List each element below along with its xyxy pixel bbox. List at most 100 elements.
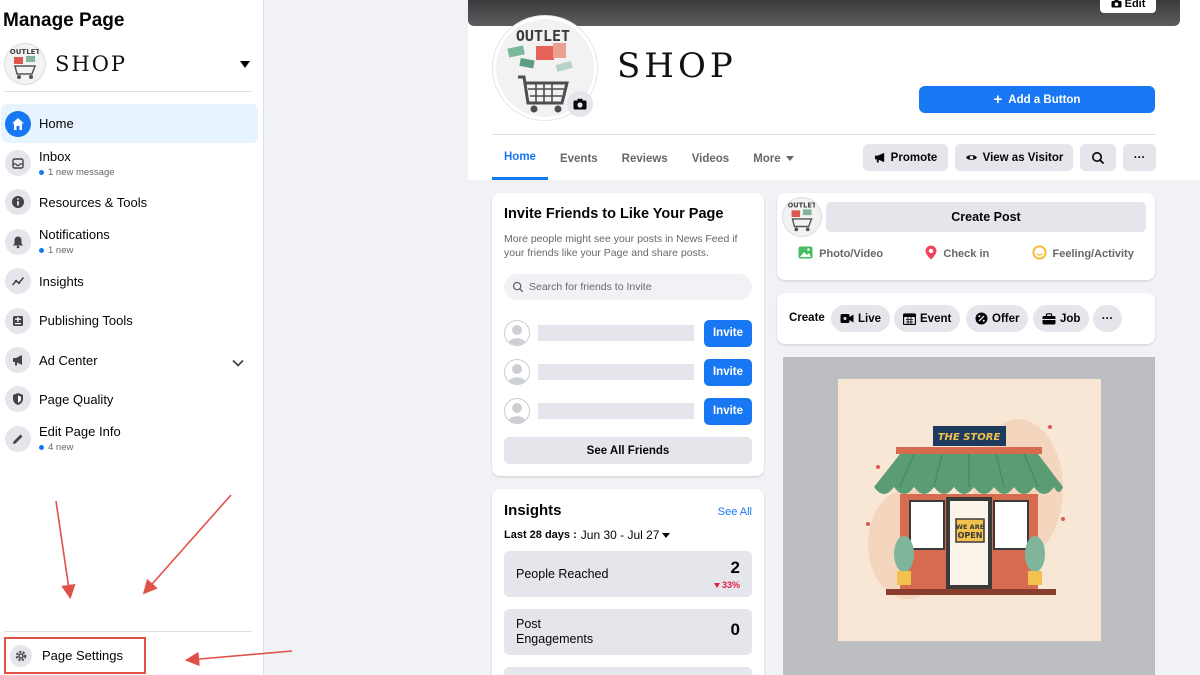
sidebar-item-insights[interactable]: Insights (1, 262, 258, 301)
pencil-icon (5, 425, 31, 452)
sidebar-item-ad-center[interactable]: Ad Center (1, 340, 258, 379)
metric-people-reached[interactable]: People Reached 2 33% (504, 551, 752, 597)
invite-friends-card: Invite Friends to Like Your Page More pe… (492, 193, 764, 476)
sidebar-item-sub: 4 new (48, 442, 74, 454)
page-tabs: Home Events Reviews Videos More (492, 137, 806, 180)
friend-row: Invite (504, 319, 754, 347)
see-all-friends-button[interactable]: See All Friends (504, 437, 752, 464)
friend-search-placeholder: Search for friends to Invite (529, 281, 652, 293)
more-icon: ··· (1133, 151, 1146, 164)
tab-videos[interactable]: Videos (680, 137, 742, 180)
tab-events[interactable]: Events (548, 137, 610, 180)
add-a-button[interactable]: + Add a Button (919, 86, 1155, 113)
search-button[interactable] (1080, 144, 1116, 171)
metric-label: Post Engagements (516, 617, 594, 646)
metric-value: 2 (730, 558, 740, 577)
cover-photo[interactable] (468, 0, 1180, 26)
photo-video-button[interactable]: Photo/Video (798, 245, 883, 263)
sidebar-item-publishing-tools[interactable]: Publishing Tools (1, 301, 258, 340)
friend-row: Invite (504, 358, 754, 386)
tab-reviews[interactable]: Reviews (610, 137, 680, 180)
chevron-down-icon[interactable] (232, 354, 244, 372)
more-icon: ··· (1101, 312, 1114, 325)
friend-name-placeholder (538, 403, 694, 419)
sidebar-item-sub: 1 new (48, 245, 74, 257)
page-switcher-name: SHOP (55, 52, 128, 76)
friend-row: Invite (504, 397, 754, 425)
svg-text:OUTLET: OUTLET (10, 48, 41, 56)
plus-icon: + (993, 91, 1003, 108)
page-settings-button[interactable]: Page Settings (4, 637, 146, 674)
metric-row (504, 667, 752, 675)
sidebar-item-label: Ad Center (39, 352, 98, 368)
sidebar-title: Manage Page (3, 10, 125, 31)
view-as-visitor-button[interactable]: View as Visitor (955, 144, 1073, 171)
invite-button[interactable]: Invite (704, 397, 752, 425)
insights-card: Insights See All Last 28 days : Jun 30 -… (492, 489, 764, 675)
sidebar-item-label: Inbox (39, 148, 71, 164)
tab-home[interactable]: Home (492, 137, 548, 180)
check-in-button[interactable]: Check in (925, 245, 989, 263)
divider (4, 91, 252, 92)
eye-icon (965, 155, 977, 160)
sidebar-item-label: Home (39, 116, 74, 132)
sidebar-item-notifications[interactable]: Notifications 1 new (1, 222, 258, 261)
sidebar-item-label: Edit Page Info (39, 424, 121, 440)
camera-icon (1111, 0, 1122, 8)
page-switcher[interactable]: OUTLET SHOP (4, 42, 256, 86)
trend-chart-icon (5, 268, 31, 295)
briefcase-icon (1042, 312, 1056, 325)
sidebar-item-label: Page Quality (39, 391, 114, 407)
invite-button[interactable]: Invite (704, 319, 752, 347)
post-image[interactable]: THE STORE WE ARE OPEN (783, 357, 1155, 675)
sidebar-item-edit-page-info[interactable]: Edit Page Info 4 new (1, 419, 258, 458)
caret-down-icon (662, 532, 671, 538)
sidebar-item-label: Notifications (39, 227, 110, 243)
video-camera-icon (840, 313, 854, 324)
page-avatar: OUTLET (4, 43, 46, 85)
sidebar-nav: Home Inbox 1 new message Resources & Tool… (0, 104, 258, 459)
friend-search-input[interactable]: Search for friends to Invite (504, 274, 752, 300)
promote-button[interactable]: Promote (863, 144, 948, 171)
megaphone-icon (874, 152, 884, 163)
sidebar-item-label: Resources & Tools (39, 194, 148, 210)
update-profile-photo-button[interactable] (567, 91, 593, 117)
insights-see-all-link[interactable]: See All (718, 506, 752, 518)
edit-cover-button[interactable]: Edit (1100, 0, 1156, 13)
period-label: Last 28 days : (504, 529, 577, 541)
sidebar-item-page-quality[interactable]: Page Quality (1, 380, 258, 419)
create-event-button[interactable]: Event (894, 305, 961, 332)
add-a-button-label: Add a Button (1008, 93, 1081, 106)
sidebar-item-home[interactable]: Home (1, 104, 258, 144)
create-shortcuts-card: Create Live Event Offer Job ··· (777, 293, 1155, 344)
create-post-button[interactable]: Create Post (826, 202, 1146, 232)
store-illustration: THE STORE WE ARE OPEN (838, 379, 1101, 641)
metric-label: People Reached (516, 567, 609, 581)
create-live-button[interactable]: Live (831, 305, 891, 332)
tab-more[interactable]: More (741, 137, 805, 180)
page-settings-label: Page Settings (42, 648, 123, 663)
caret-down-icon (240, 60, 250, 68)
sidebar-item-label: Insights (39, 273, 84, 289)
friend-avatar (504, 359, 530, 385)
gear-icon (10, 644, 32, 667)
caret-down-icon (785, 156, 794, 161)
create-offer-button[interactable]: Offer (966, 305, 1029, 332)
create-more-button[interactable]: ··· (1093, 305, 1122, 332)
invite-button[interactable]: Invite (704, 358, 752, 386)
metric-post-engagements[interactable]: Post Engagements 0 (504, 609, 752, 655)
edit-cover-label: Edit (1124, 0, 1146, 10)
insights-title: Insights (504, 502, 562, 519)
period-range: Jun 30 - Jul 27 (580, 528, 660, 542)
search-icon (512, 281, 524, 293)
feeling-activity-button[interactable]: Feeling/Activity (1032, 245, 1134, 263)
open-sign-line2: OPEN (958, 531, 983, 540)
sidebar-item-inbox[interactable]: Inbox 1 new message (1, 143, 258, 182)
calendar-icon (903, 312, 916, 325)
more-options-button[interactable]: ··· (1123, 144, 1156, 171)
create-job-button[interactable]: Job (1033, 305, 1090, 332)
metric-value: 0 (730, 620, 740, 639)
promote-label: Promote (890, 151, 938, 164)
sidebar-item-resources-tools[interactable]: Resources & Tools (1, 183, 258, 222)
insights-period-selector[interactable]: Last 28 days : Jun 30 - Jul 27 (504, 528, 671, 542)
